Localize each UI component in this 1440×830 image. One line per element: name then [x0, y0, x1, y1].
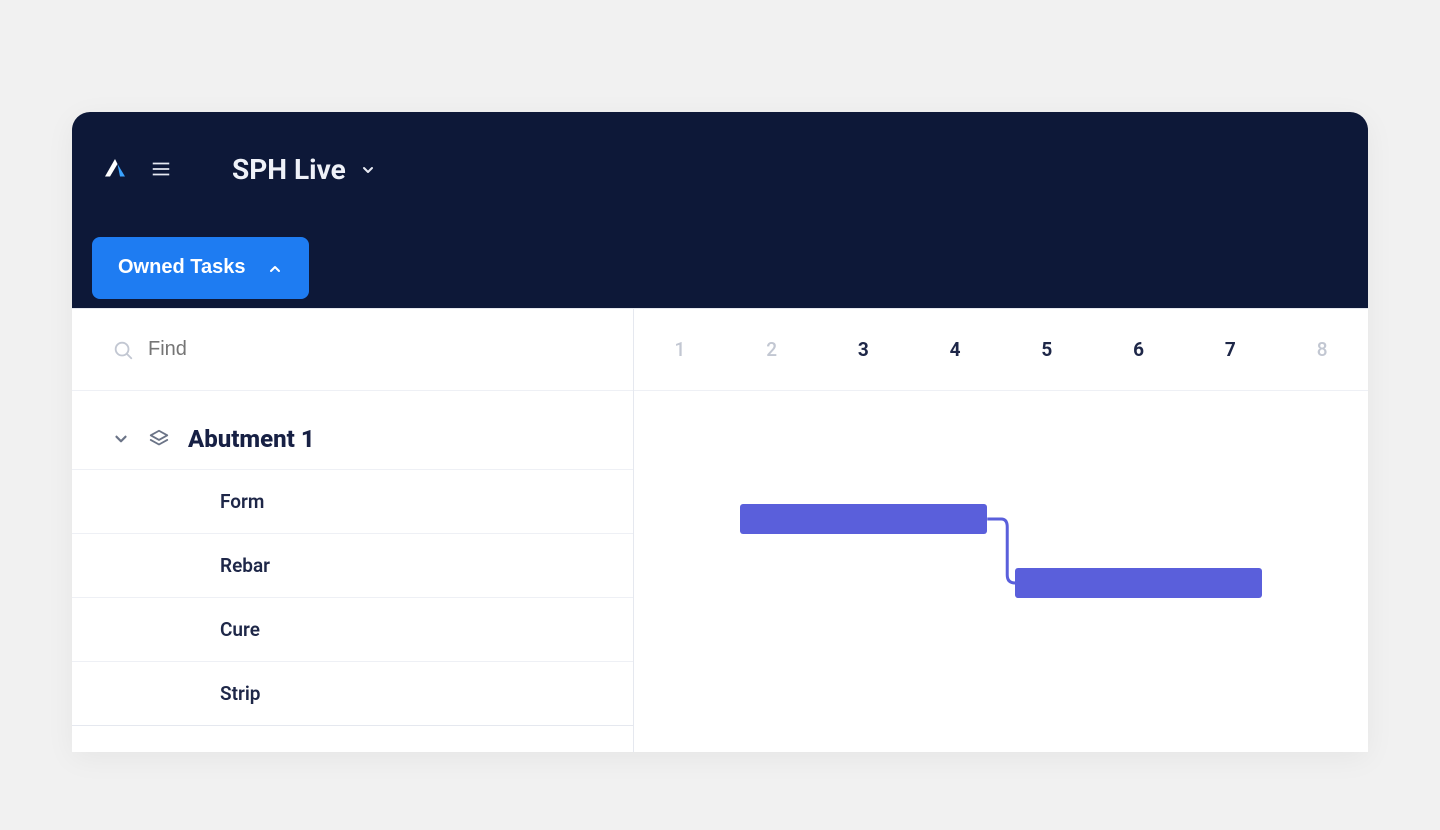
task-row[interactable]: Rebar [72, 534, 633, 598]
timeline-day: 3 [818, 338, 910, 361]
gantt-bar[interactable] [1015, 568, 1263, 598]
timeline-day: 2 [726, 338, 818, 361]
gantt-lane [634, 615, 1368, 679]
layers-icon [148, 428, 170, 450]
search-row [72, 309, 633, 391]
timeline-day: 7 [1185, 338, 1277, 361]
search-icon [112, 339, 134, 361]
app-window: SPH Live Owned Tasks [72, 112, 1368, 752]
collapse-toggle[interactable] [112, 430, 130, 448]
task-list: FormRebarCureStrip [72, 469, 633, 726]
task-row[interactable]: Cure [72, 598, 633, 662]
content-area: Abutment 1 FormRebarCureStrip 12345678 [72, 308, 1368, 752]
task-list-panel: Abutment 1 FormRebarCureStrip [72, 309, 634, 752]
gantt-bar[interactable] [740, 504, 988, 534]
chevron-up-icon [267, 260, 283, 276]
gantt-lane [634, 487, 1368, 551]
owned-tasks-label: Owned Tasks [118, 256, 245, 279]
topbar: SPH Live [72, 112, 1368, 226]
project-name: SPH Live [232, 153, 346, 186]
project-selector[interactable]: SPH Live [232, 153, 376, 186]
timeline-day: 4 [909, 338, 1001, 361]
group-title: Abutment 1 [188, 425, 315, 453]
timeline-panel: 12345678 [634, 309, 1368, 752]
timeline-day: 1 [634, 338, 726, 361]
gantt-lane [634, 679, 1368, 743]
group-header: Abutment 1 [72, 391, 633, 469]
gantt-area [634, 391, 1368, 743]
chevron-down-icon [360, 161, 376, 177]
timeline-header: 12345678 [634, 309, 1368, 391]
timeline-day: 5 [1001, 338, 1093, 361]
menu-icon[interactable] [148, 156, 174, 182]
gantt-lane [634, 551, 1368, 615]
task-row[interactable]: Strip [72, 662, 633, 726]
timeline-day: 6 [1093, 338, 1185, 361]
timeline-day: 8 [1276, 338, 1368, 361]
filter-bar: Owned Tasks [72, 226, 1368, 308]
app-logo-icon [100, 154, 130, 184]
search-input[interactable] [148, 338, 593, 361]
task-row[interactable]: Form [72, 470, 633, 534]
owned-tasks-button[interactable]: Owned Tasks [92, 237, 309, 299]
